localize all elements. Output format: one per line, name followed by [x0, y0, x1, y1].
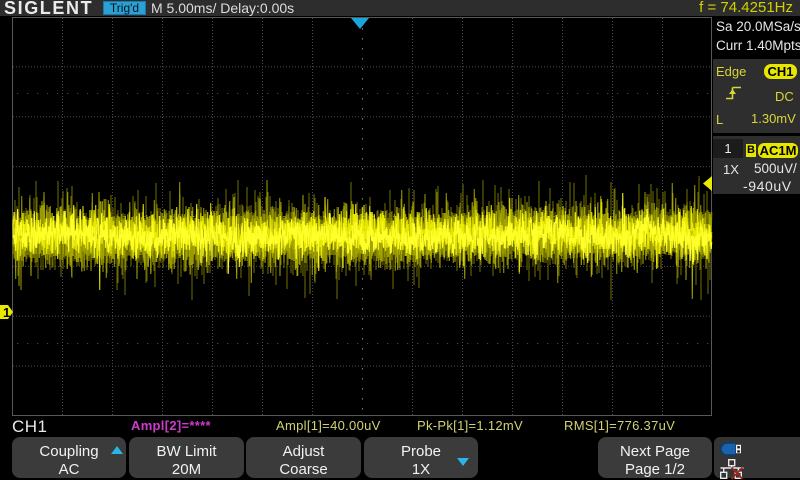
svg-text:1: 1 — [3, 305, 10, 320]
